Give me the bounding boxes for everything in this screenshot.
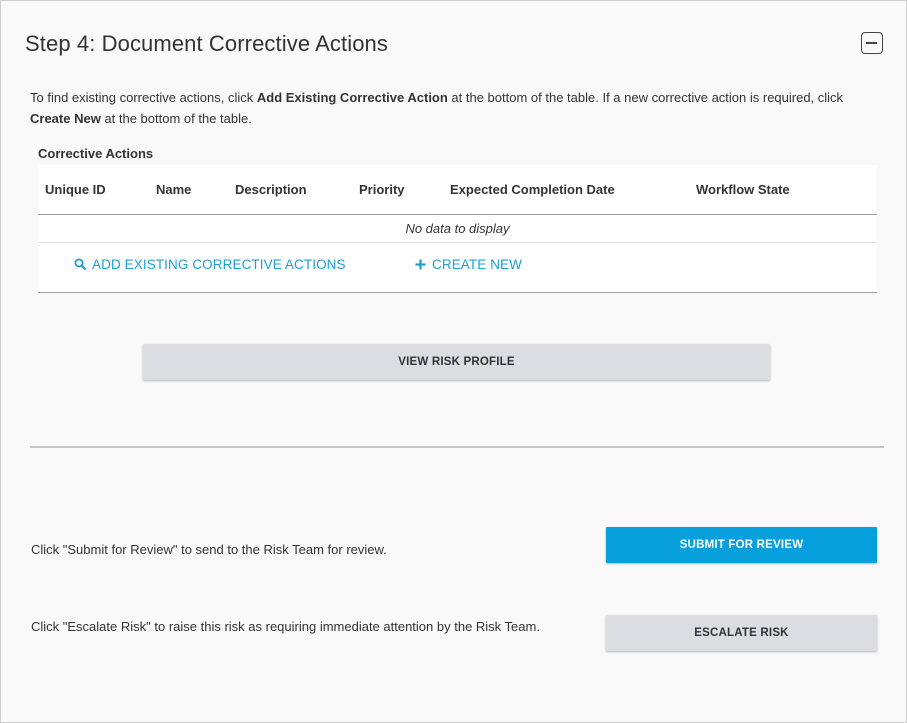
column-header-expected-completion-date[interactable]: Expected Completion Date <box>450 182 615 197</box>
section-divider <box>30 446 884 448</box>
step-title: Step 4: Document Corrective Actions <box>25 31 388 56</box>
intro-text-2: at the bottom of the table. If a new cor… <box>447 90 844 105</box>
plus-icon <box>415 258 426 273</box>
create-new-label: CREATE NEW <box>432 257 523 272</box>
intro-bold-create-new: Create New <box>30 110 101 126</box>
create-new-button[interactable]: CREATE NEW <box>415 257 522 273</box>
empty-table-message: No data to display <box>38 215 877 243</box>
corrective-actions-table: Unique ID Name Description Priority Expe… <box>38 165 877 293</box>
column-header-unique-id[interactable]: Unique ID <box>45 182 106 197</box>
intro-text-1: To find existing corrective actions, cli… <box>30 90 257 105</box>
intro-bold-add-existing: Add Existing Corrective Action <box>256 90 448 105</box>
column-header-workflow-state[interactable]: Workflow State <box>696 182 790 197</box>
escalate-instructions: Click "Escalate Risk" to raise this risk… <box>31 619 540 634</box>
instructions-text: To find existing corrective actions, cli… <box>30 88 880 129</box>
view-risk-profile-button[interactable]: VIEW RISK PROFILE <box>143 344 770 380</box>
column-header-priority[interactable]: Priority <box>359 182 405 197</box>
add-existing-corrective-actions-button[interactable]: ADD EXISTING CORRECTIVE ACTIONS <box>74 257 346 273</box>
table-header: Unique ID Name Description Priority Expe… <box>38 165 877 215</box>
intro-text-3: at the bottom of the table. <box>100 110 252 126</box>
submit-instructions: Click "Submit for Review" to send to the… <box>31 542 387 557</box>
column-header-description[interactable]: Description <box>235 182 307 197</box>
escalate-risk-button[interactable]: ESCALATE RISK <box>606 615 877 651</box>
column-header-name[interactable]: Name <box>156 182 191 197</box>
search-icon <box>74 258 86 273</box>
step-panel: Step 4: Document Corrective Actions To f… <box>0 0 907 723</box>
add-existing-label: ADD EXISTING CORRECTIVE ACTIONS <box>92 257 346 272</box>
corrective-actions-caption: Corrective Actions <box>38 146 154 161</box>
collapse-icon[interactable] <box>861 32 883 54</box>
submit-for-review-button[interactable]: SUBMIT FOR REVIEW <box>606 527 877 563</box>
